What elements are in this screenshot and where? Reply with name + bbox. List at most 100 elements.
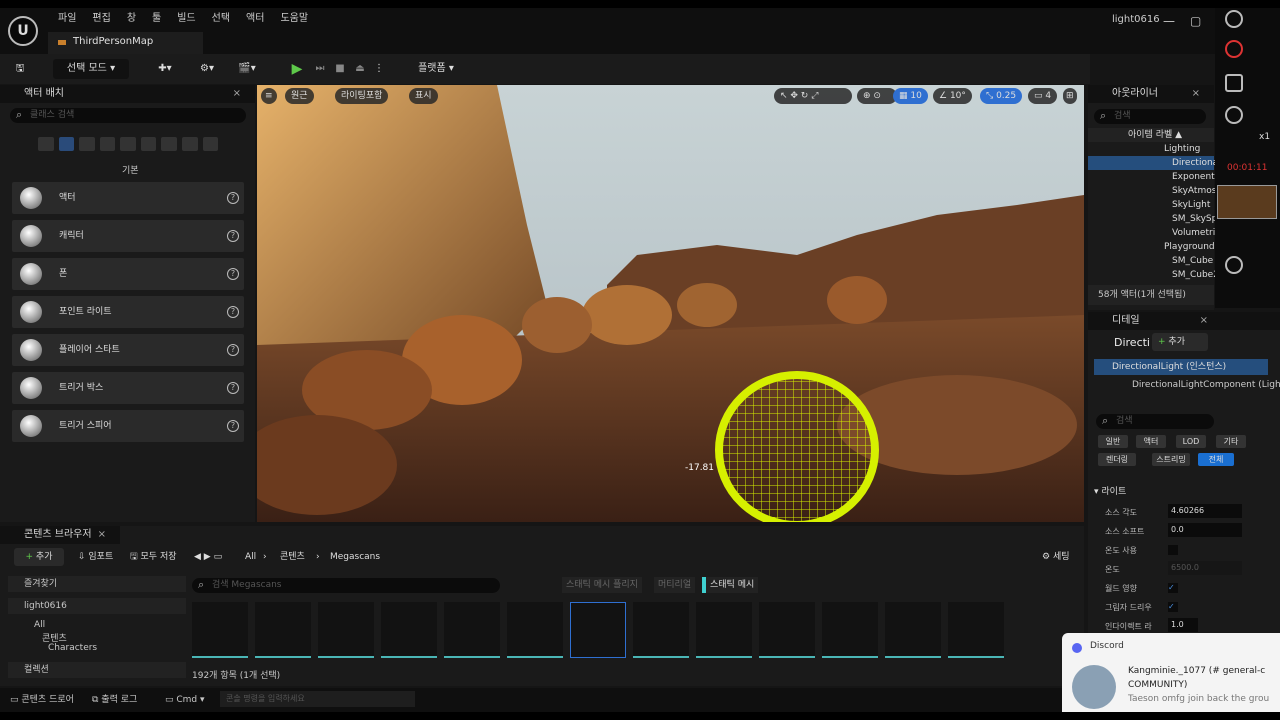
breadcrumb-megascans[interactable]: Megascans	[330, 548, 380, 566]
asset-thumbnail[interactable]	[381, 602, 437, 658]
tree-characters[interactable]: Characters	[48, 643, 97, 653]
indirect-intensity-field[interactable]: 1.0	[1168, 618, 1198, 632]
breadcrumb-all[interactable]: All	[245, 548, 256, 566]
blueprint-icon[interactable]: ⚙▾	[192, 59, 222, 79]
add-content-icon[interactable]: ✚▾	[150, 59, 180, 79]
project-header[interactable]: light0616	[8, 598, 186, 614]
stop-icon[interactable]: ■	[330, 59, 350, 79]
place-item-player-start[interactable]: 플레이어 스타트?	[12, 334, 244, 366]
save-icon[interactable]: 🖫	[10, 59, 30, 79]
menu-actor[interactable]: 액터	[238, 12, 272, 26]
content-drawer-button[interactable]: ▭ 콘텐츠 드로어	[10, 692, 74, 708]
perspective-button[interactable]: 원근	[285, 88, 314, 104]
place-item-character[interactable]: 캐릭터?	[12, 220, 244, 252]
alarm-icon[interactable]	[1225, 256, 1243, 274]
help-icon[interactable]: ?	[227, 382, 239, 394]
details-search-input[interactable]: 검색	[1096, 413, 1214, 429]
outliner-search-input[interactable]: 검색	[1094, 108, 1206, 124]
details-tab-lod[interactable]: LOD	[1176, 435, 1206, 448]
mode-dropdown[interactable]: 선택 모드 ▾	[53, 59, 129, 79]
section-light-header[interactable]: ▾ 라이트	[1094, 484, 1126, 497]
viewport-menu-icon[interactable]: ≡	[261, 88, 277, 104]
content-search-input[interactable]: 검색 Megascans	[192, 577, 500, 593]
outliner-row-volumetric[interactable]: Volumetri	[1088, 226, 1215, 240]
transform-tools[interactable]: ↖ ✥ ↻ ⤢	[774, 88, 852, 104]
close-icon[interactable]: ×	[233, 85, 241, 103]
cast-shadows-checkbox[interactable]: ✓	[1168, 602, 1178, 612]
asset-thumbnail[interactable]	[822, 602, 878, 658]
save-all-button[interactable]: 🖫 모두 저장	[130, 548, 177, 566]
close-icon[interactable]: ×	[98, 526, 106, 544]
import-button[interactable]: ⇩ 임포트	[78, 548, 113, 566]
play-icon[interactable]: ▶	[287, 59, 307, 79]
outliner-folder-lighting[interactable]: Lighting	[1088, 142, 1214, 156]
filter-static-mesh[interactable]: 스태틱 메시	[702, 577, 759, 593]
help-icon[interactable]: ?	[227, 192, 239, 204]
help-icon[interactable]: ?	[227, 306, 239, 318]
lighting-mode-button[interactable]: 라이팅포함	[335, 88, 389, 104]
asset-thumbnail[interactable]	[192, 602, 248, 658]
asset-thumbnail[interactable]	[255, 602, 311, 658]
place-item-actor[interactable]: 액터?	[12, 182, 244, 214]
menu-select[interactable]: 선택	[204, 12, 238, 26]
asset-thumbnail[interactable]	[318, 602, 374, 658]
details-tab-streaming[interactable]: 스트리밍	[1152, 453, 1190, 466]
help-icon[interactable]: ?	[227, 230, 239, 242]
favorites-header[interactable]: 즐겨찾기	[8, 576, 186, 592]
discord-notification[interactable]: Discord Kangminie._1077 (# general-c COM…	[1062, 633, 1280, 712]
maximize-icon[interactable]: ▢	[1190, 14, 1201, 28]
filter-material[interactable]: 머티리얼	[654, 577, 696, 593]
source-angle-field[interactable]: 4.60266	[1168, 504, 1242, 518]
asset-thumbnail[interactable]	[507, 602, 563, 658]
geometry-icon[interactable]	[161, 137, 177, 151]
show-button[interactable]: 표시	[409, 88, 438, 104]
details-tab-rendering[interactable]: 렌더링	[1098, 453, 1136, 466]
details-component-row[interactable]: DirectionalLightComponent (Light	[1132, 377, 1280, 393]
basic-category-icon[interactable]	[58, 137, 75, 151]
asset-thumbnail[interactable]	[444, 602, 500, 658]
source-soft-field[interactable]: 0.0	[1168, 523, 1242, 537]
asset-thumbnail[interactable]	[696, 602, 752, 658]
history-icons[interactable]: ◀ ▶ ▭	[194, 548, 222, 566]
step-icon[interactable]: ⏭	[310, 59, 330, 79]
outliner-column-header[interactable]: 아이템 라벨 ▲	[1088, 128, 1214, 142]
asset-thumbnail[interactable]	[948, 602, 1004, 658]
rotation-snap-button[interactable]: ∠ 10°	[933, 88, 972, 104]
breadcrumb-content[interactable]: 콘텐츠	[280, 548, 305, 566]
filter-static-mesh-foliage[interactable]: 스태틱 메시 플리지	[562, 577, 642, 593]
asset-thumbnail[interactable]	[633, 602, 689, 658]
volumes-icon[interactable]	[181, 137, 198, 151]
menu-file[interactable]: 파일	[50, 12, 84, 26]
visual-effects-icon[interactable]	[140, 137, 157, 151]
outliner-row-exponential-fog[interactable]: Exponenti	[1088, 170, 1217, 184]
affects-world-checkbox[interactable]: ✓	[1168, 583, 1178, 593]
camera-speed-button[interactable]: ▭ 4	[1028, 88, 1058, 104]
outliner-row-sky-light[interactable]: SkyLight	[1088, 198, 1214, 212]
outliner-row-sky-sphere[interactable]: SM_SkySp	[1088, 212, 1217, 226]
asset-thumbnail[interactable]	[885, 602, 941, 658]
place-item-trigger-sphere[interactable]: 트리거 스피어?	[12, 410, 244, 442]
close-icon[interactable]: ×	[1192, 85, 1200, 103]
settings-button[interactable]: ⚙ 세팅	[1042, 548, 1070, 566]
record-icon[interactable]	[1225, 40, 1243, 58]
lights-icon[interactable]	[79, 137, 95, 151]
close-icon[interactable]: ×	[1200, 312, 1208, 330]
details-tab-misc[interactable]: 기타	[1216, 435, 1246, 448]
collections-header[interactable]: 컬렉션	[8, 662, 186, 678]
all-classes-icon[interactable]	[202, 137, 219, 151]
details-tab-actor[interactable]: 액터	[1136, 435, 1166, 448]
menu-edit[interactable]: 편집	[84, 12, 118, 26]
place-item-point-light[interactable]: 포인트 라이트?	[12, 296, 244, 328]
asset-thumbnail-selected[interactable]	[570, 602, 626, 658]
recent-icon[interactable]	[38, 137, 54, 151]
console-input[interactable]: 콘솔 명령을 입력하세요	[220, 691, 415, 707]
tree-all[interactable]: All	[34, 620, 45, 630]
pip-icon[interactable]	[1225, 74, 1243, 92]
outliner-folder-playground[interactable]: Playground	[1088, 240, 1215, 254]
details-instance-row[interactable]: DirectionalLight (인스턴스)	[1094, 359, 1268, 375]
map-tab[interactable]: ThirdPersonMap	[48, 32, 203, 54]
outliner-row-sm-cube2[interactable]: SM_Cube2	[1088, 268, 1219, 282]
brush-icon[interactable]	[1225, 106, 1243, 124]
maximize-viewport-icon[interactable]: ⊞	[1063, 88, 1077, 104]
place-item-pawn[interactable]: 폰?	[12, 258, 244, 290]
